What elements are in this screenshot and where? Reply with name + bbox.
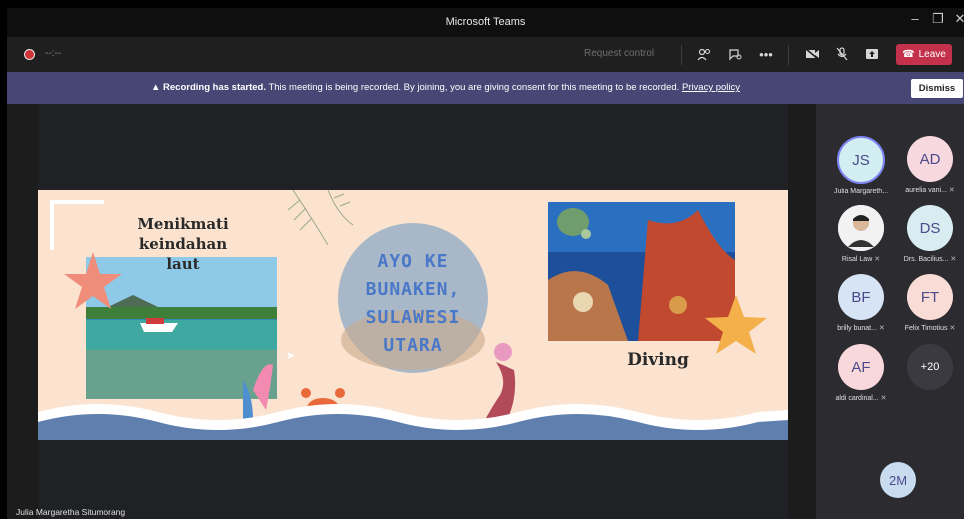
more-options-icon[interactable]: ••• bbox=[755, 43, 777, 65]
meeting-toolbar: --:-- Request control ••• ☎ Leave bbox=[7, 37, 964, 72]
avatar: 2M bbox=[880, 462, 916, 498]
circle-title-line3: SULAWESI bbox=[365, 307, 461, 328]
participant-tile[interactable]: FT Felix Timotius ✕ bbox=[898, 274, 962, 332]
window-title: Microsoft Teams bbox=[445, 16, 526, 28]
recording-indicator-icon bbox=[24, 49, 35, 60]
left-heading-line2: laut bbox=[166, 255, 200, 273]
participant-name: Risal Law bbox=[841, 256, 873, 263]
muted-mic-icon: ✕ bbox=[874, 256, 881, 263]
circle-title: AYO KE BUNAKEN, SULAWESI UTARA bbox=[338, 248, 488, 360]
left-heading-line1: Menikmati keindahan bbox=[137, 215, 229, 253]
participant-tile[interactable]: Risal Law ✕ bbox=[829, 205, 893, 263]
circle-title-line2: BUNAKEN, bbox=[365, 279, 461, 300]
participant-name: aurelia vani... bbox=[905, 187, 947, 194]
leave-button[interactable]: ☎ Leave bbox=[896, 44, 952, 65]
more-participants-tile[interactable]: +20 bbox=[898, 344, 962, 390]
title-bar: Microsoft Teams – ❐ ✕ bbox=[7, 8, 964, 37]
microphone-off-icon[interactable] bbox=[831, 43, 853, 65]
maximize-icon[interactable]: ❐ bbox=[928, 11, 948, 27]
avatar: AD bbox=[907, 136, 953, 182]
participant-tile[interactable]: DS Drs. Bacilius... ✕ bbox=[898, 205, 962, 263]
circle-title-line1: AYO KE bbox=[377, 251, 449, 272]
camera-off-icon[interactable] bbox=[801, 43, 823, 65]
avatar: DS bbox=[907, 205, 953, 251]
participant-tile[interactable]: BF brilly bunat... ✕ bbox=[829, 274, 893, 332]
recording-text: This meeting is being recorded. By joini… bbox=[268, 82, 680, 93]
share-screen-icon[interactable] bbox=[861, 43, 883, 65]
self-video-tile[interactable]: 2M bbox=[866, 462, 930, 498]
shared-slide: Menikmati keindahan laut AYO KE BUNAKEN,… bbox=[38, 190, 788, 440]
muted-mic-icon: ✕ bbox=[949, 325, 956, 332]
close-icon[interactable]: ✕ bbox=[950, 11, 964, 27]
circle-title-line4: UTARA bbox=[383, 335, 443, 356]
avatar: AF bbox=[838, 344, 884, 390]
participant-name: aldi cardinal... bbox=[835, 395, 879, 402]
avatar: BF bbox=[838, 274, 884, 320]
warning-icon: ▲ bbox=[150, 82, 161, 93]
participant-name: Julia Margareth... bbox=[833, 188, 889, 195]
profile-photo-icon bbox=[838, 205, 884, 251]
muted-mic-icon: ✕ bbox=[880, 395, 887, 402]
avatar bbox=[838, 205, 884, 251]
avatar: FT bbox=[907, 274, 953, 320]
participants-icon[interactable] bbox=[693, 43, 715, 65]
hang-up-icon: ☎ bbox=[902, 49, 915, 60]
participant-name: Drs. Bacilius... bbox=[903, 256, 949, 263]
request-control-button[interactable]: Request control bbox=[584, 48, 654, 59]
minimize-icon[interactable]: – bbox=[905, 11, 925, 26]
participant-name: brilly bunat... bbox=[837, 325, 877, 332]
muted-mic-icon: ✕ bbox=[950, 256, 957, 263]
participant-tile[interactable]: JS Julia Margareth... bbox=[829, 136, 893, 195]
more-participants-count: +20 bbox=[907, 344, 953, 390]
corner-frame bbox=[50, 200, 104, 250]
meeting-timer: --:-- bbox=[45, 48, 62, 59]
participant-tile[interactable]: AD aurelia vani... ✕ bbox=[898, 136, 962, 194]
participant-tile[interactable]: AF aldi cardinal... ✕ bbox=[829, 344, 893, 402]
diving-caption: Diving bbox=[627, 350, 689, 370]
cursor-icon: ➤ bbox=[286, 350, 296, 362]
muted-mic-icon: ✕ bbox=[948, 187, 955, 194]
palm-leaf-graphic bbox=[287, 190, 354, 246]
privacy-policy-link[interactable]: Privacy policy bbox=[682, 82, 740, 93]
avatar: JS bbox=[837, 136, 885, 184]
left-heading: Menikmati keindahan laut bbox=[98, 214, 268, 274]
mermaid-graphic bbox=[484, 343, 516, 422]
dismiss-button[interactable]: Dismiss bbox=[911, 79, 963, 98]
recording-heading: Recording has started. bbox=[163, 82, 266, 93]
recording-banner: ▲ Recording has started. This meeting is… bbox=[7, 72, 964, 104]
leave-label: Leave bbox=[918, 49, 946, 60]
toolbar-divider bbox=[788, 45, 789, 65]
presenter-name: Julia Margaretha Situmorang bbox=[16, 507, 126, 517]
participant-name: Felix Timotius bbox=[904, 325, 948, 332]
toolbar-divider bbox=[681, 45, 682, 65]
recording-message: ▲ Recording has started. This meeting is… bbox=[7, 82, 884, 93]
participant-gallery: JS Julia Margareth... AD aurelia vani...… bbox=[816, 104, 964, 519]
muted-mic-icon: ✕ bbox=[878, 325, 885, 332]
chat-icon[interactable] bbox=[724, 43, 746, 65]
